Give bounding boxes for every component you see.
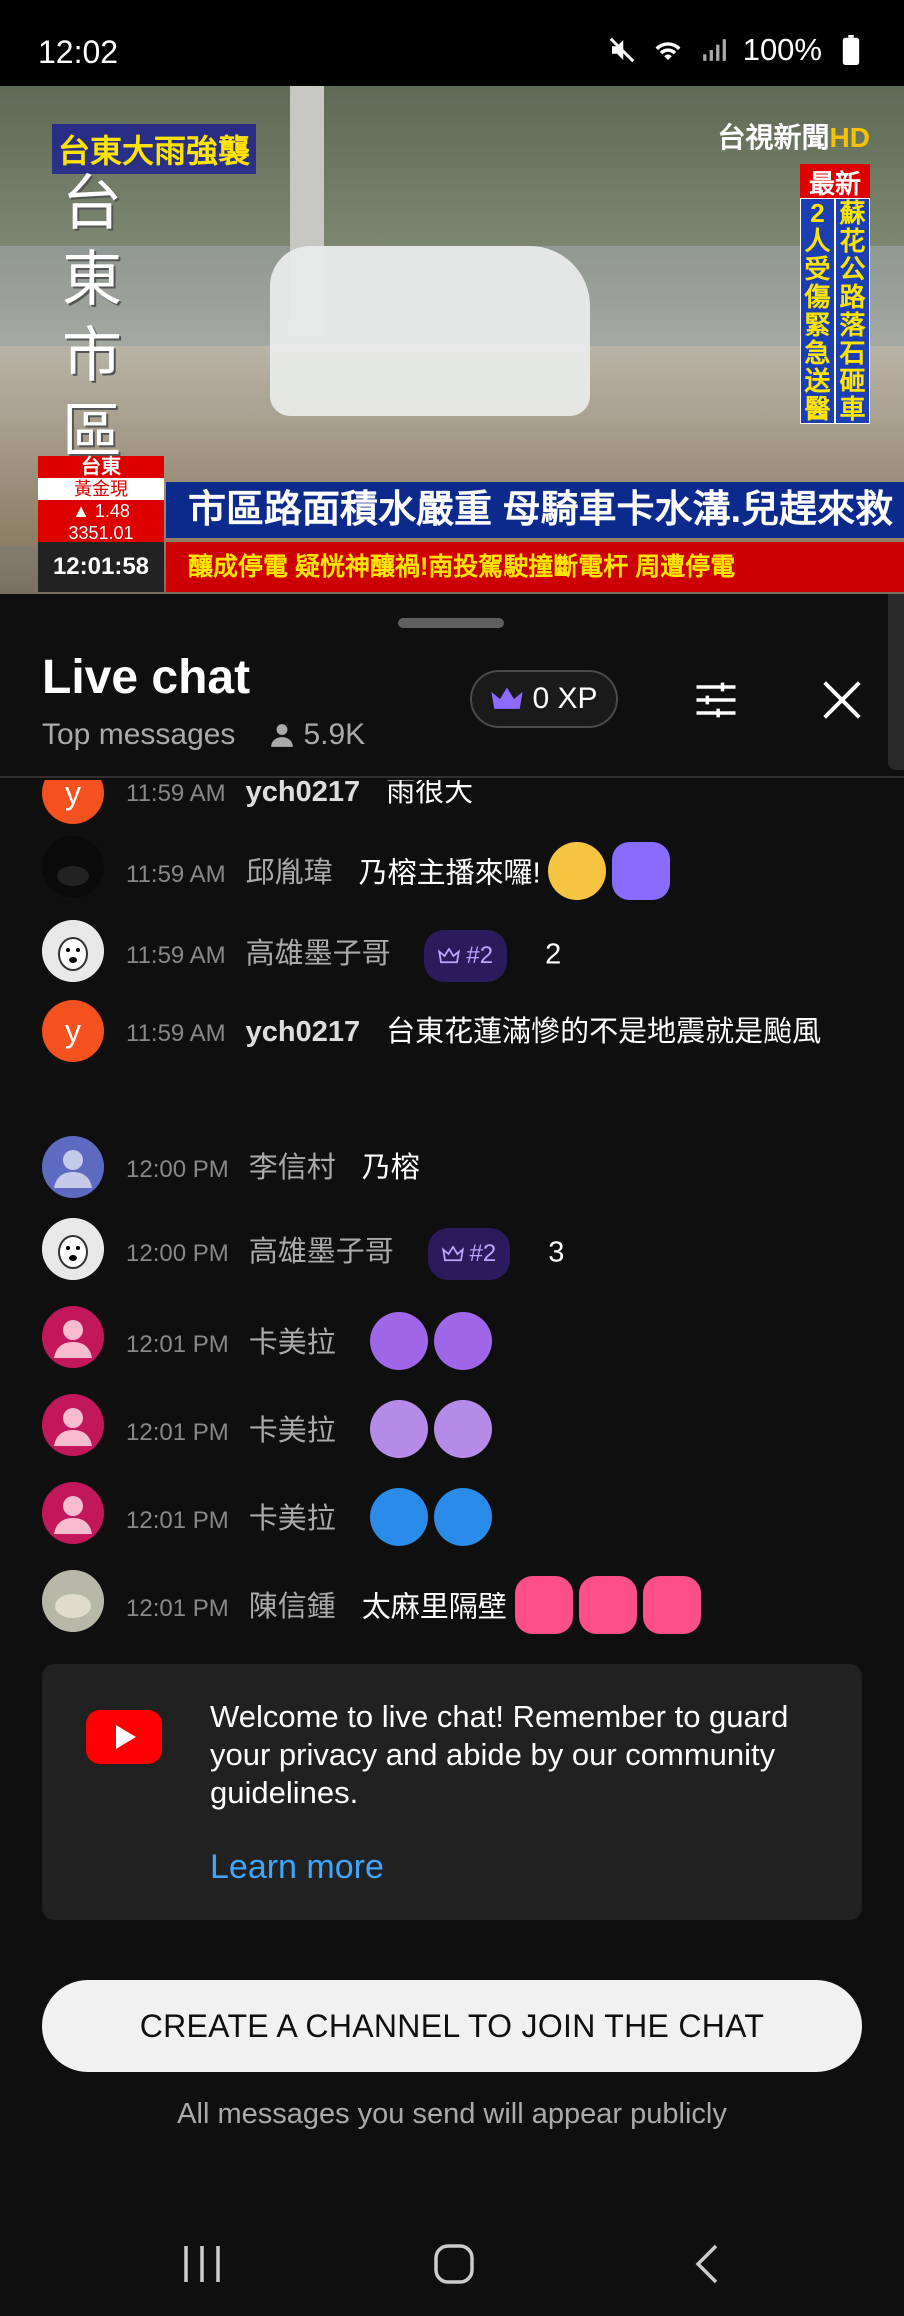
rank-badge: #2 [424,930,508,982]
blue-blob-emoji-icon [433,1488,492,1546]
viewer-count: 5.9K [269,718,365,752]
video-caption-vertical: 台東市區 [62,170,122,465]
chat-mode-selector[interactable]: Top messages [42,718,235,752]
avatar[interactable] [42,1306,104,1368]
welcome-card: Welcome to live chat! Remember to guard … [42,1664,862,1920]
chat-message: 12:01 PM 卡美拉 [0,1394,904,1460]
learn-more-link[interactable]: Learn more [210,1848,384,1887]
xp-button[interactable]: 0 XP [470,670,618,728]
crown-icon [438,948,461,964]
video-clock: 12:01:58 [38,542,164,592]
close-button[interactable] [816,674,868,726]
video-player[interactable]: 台東大雨強襲 台東市區 台視新聞HD 最新 2人受傷緊急送醫 蘇花公路落石砸車 … [0,86,904,594]
mute-icon [605,33,639,67]
chat-message: y 11:59 AM ych0217 台東花蓮滿慘的不是地震就是颱風 [0,998,904,1108]
chat-message: 12:01 PM 卡美拉 [0,1306,904,1372]
chat-message: 12:00 PM 高雄墨子哥 #2 3 [0,1218,904,1284]
avatar[interactable]: y [42,780,104,824]
scared-emoji-icon [369,1400,428,1458]
video-headline: 市區路面積水嚴重 母騎車卡水溝.兒趕來救援 [166,482,904,587]
hugging-emoji-icon [548,842,607,900]
welcome-text: Welcome to live chat! Remember to guard … [210,1699,789,1810]
chat-message-list[interactable]: y 11:59 AM ych0217 雨很大 11:59 AM 邱胤瑋 乃榕主播來囉! … [0,780,904,1640]
chat-message: 12:01 PM 陳信鍾 太麻里隔壁 [0,1570,904,1636]
battery-percent: 100% [742,32,822,67]
avatar[interactable] [42,1136,104,1198]
scrollbar[interactable] [888,594,904,770]
status-time: 12:02 [38,34,119,70]
avatar[interactable] [42,1570,104,1632]
channel-logo: 台視新聞HD [717,122,870,153]
avatar[interactable]: y [42,1000,104,1062]
home-button[interactable] [424,2234,484,2294]
avatar[interactable] [42,836,104,898]
pink-dino-emoji-icon [578,1576,637,1634]
pink-dino-emoji-icon [514,1576,573,1634]
scared-emoji-icon [433,1400,492,1458]
blue-blob-emoji-icon [369,1488,428,1546]
chat-message: 12:01 PM 卡美拉 [0,1482,904,1548]
wifi-icon [651,33,685,67]
chat-message: 11:59 AM 邱胤瑋 乃榕主播來囉! [0,836,904,902]
avatar[interactable] [42,1482,104,1544]
header-divider [0,776,904,778]
drag-handle[interactable] [398,618,504,628]
crown-icon [491,687,524,709]
system-nav-bar [0,2210,904,2316]
home-icon [434,2244,474,2284]
signal-icon [697,33,731,67]
person-icon [271,724,294,747]
status-bar: 12:02 100% [0,0,904,86]
peace-hand-emoji-icon [612,842,671,900]
public-notice: All messages you send will appear public… [177,2098,727,2130]
chat-message: 11:59 AM 高雄墨子哥 #2 2 [0,920,904,986]
rank-badge: #2 [427,1228,511,1280]
crown-icon [441,1246,464,1262]
live-chat-panel: Live chat Top messages 5.9K 0 XP y 11:59… [0,594,904,2316]
video-side-caption: 2人受傷緊急送醫 蘇花公路落石砸車 [800,198,870,424]
battery-icon [834,33,868,67]
crying-emoji-icon [369,1312,428,1370]
avatar[interactable] [42,920,104,982]
close-icon [823,681,861,719]
video-frame-car [270,246,590,416]
pink-dino-emoji-icon [642,1576,701,1634]
chat-title: Live chat [42,651,251,704]
chat-message: 12:00 PM 李信村 乃榕 [0,1136,904,1202]
sliders-icon [696,682,736,718]
avatar[interactable] [42,1218,104,1280]
back-button[interactable] [678,2234,738,2294]
video-crawl: 釀成停電 疑恍神釀禍!南投駕駛撞斷電杆 周遭停電 [166,542,904,592]
back-icon [695,2244,718,2284]
recent-apps-icon [184,2246,220,2282]
stock-ticker: 台東 黃金現 ▲ 1.48 3351.01 [38,456,164,544]
filter-button[interactable] [690,674,742,726]
youtube-logo-icon [86,1710,162,1764]
crying-emoji-icon [433,1312,492,1370]
news-tag: 最新 [800,164,870,201]
recent-apps-button[interactable] [172,2234,232,2294]
chat-message: y 11:59 AM ych0217 雨很大 [0,780,904,824]
avatar[interactable] [42,1394,104,1456]
create-channel-button[interactable]: CREATE A CHANNEL TO JOIN THE CHAT [42,1980,862,2072]
